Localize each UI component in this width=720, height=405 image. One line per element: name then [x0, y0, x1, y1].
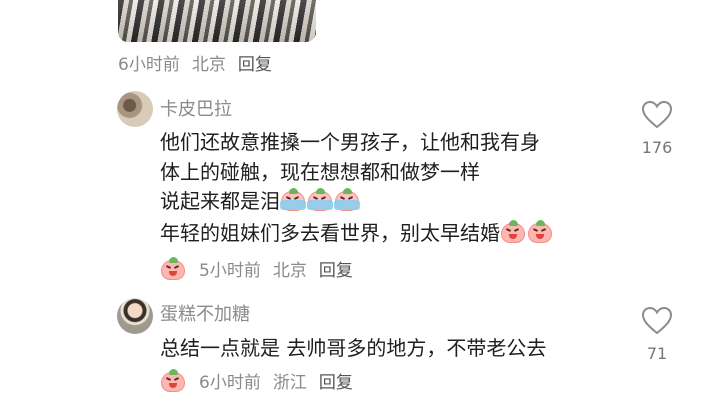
- like-count: 71: [646, 344, 668, 363]
- comment-text-line: 总结一点就是 去帅哥多的地方，不带老公去: [160, 336, 547, 360]
- comment-text-line-with-emoji: 年轻的姐妹们多去看世界，别太早结婚: [160, 218, 554, 249]
- avatar[interactable]: [117, 91, 153, 127]
- like-heart-icon[interactable]: [641, 100, 673, 130]
- reply-button[interactable]: 回复: [238, 50, 272, 75]
- like-count: 176: [641, 138, 673, 157]
- comment-text-line: 他们还故意推搡一个男孩子，让他和我有身: [160, 130, 540, 154]
- comment-time: 5小时前: [199, 261, 261, 281]
- comment-meta: 5小时前 北京 回复: [160, 256, 353, 281]
- reply-button[interactable]: 回复: [319, 256, 353, 281]
- laugh-peach-emoji: [527, 220, 553, 244]
- cry-peach-emoji: [307, 188, 333, 212]
- comment-meta: 6小时前 浙江 回复: [160, 368, 353, 393]
- cry-peach-emoji: [280, 188, 306, 212]
- like-heart-icon[interactable]: [641, 306, 673, 336]
- comment-username[interactable]: 卡皮巴拉: [160, 95, 232, 121]
- comment-text-segment: 年轻的姐妹们多去看世界，别太早结婚: [160, 221, 500, 245]
- comment-text-line-with-emoji: 说起来都是泪: [160, 186, 361, 217]
- comment-time: 6小时前: [199, 373, 261, 393]
- laugh-peach-emoji: [500, 220, 526, 244]
- comment-time: 6小时前: [118, 55, 180, 75]
- peach-badge-icon: [160, 256, 186, 281]
- comment-location: 浙江: [272, 373, 307, 393]
- cry-peach-emoji: [334, 188, 360, 212]
- peach-badge-icon: [160, 368, 186, 393]
- comment-image[interactable]: [118, 0, 316, 42]
- comment-text-segment: 说起来都是泪: [160, 189, 280, 213]
- comment-text-line: 体上的碰触，现在想想都和做梦一样: [160, 160, 480, 184]
- comment-meta: 6小时前 北京 回复: [118, 50, 272, 75]
- comment-location: 北京: [272, 261, 307, 281]
- comment-location: 北京: [191, 55, 226, 75]
- avatar[interactable]: [117, 298, 153, 334]
- reply-button[interactable]: 回复: [319, 368, 353, 393]
- comment-username[interactable]: 蛋糕不加糖: [160, 300, 250, 326]
